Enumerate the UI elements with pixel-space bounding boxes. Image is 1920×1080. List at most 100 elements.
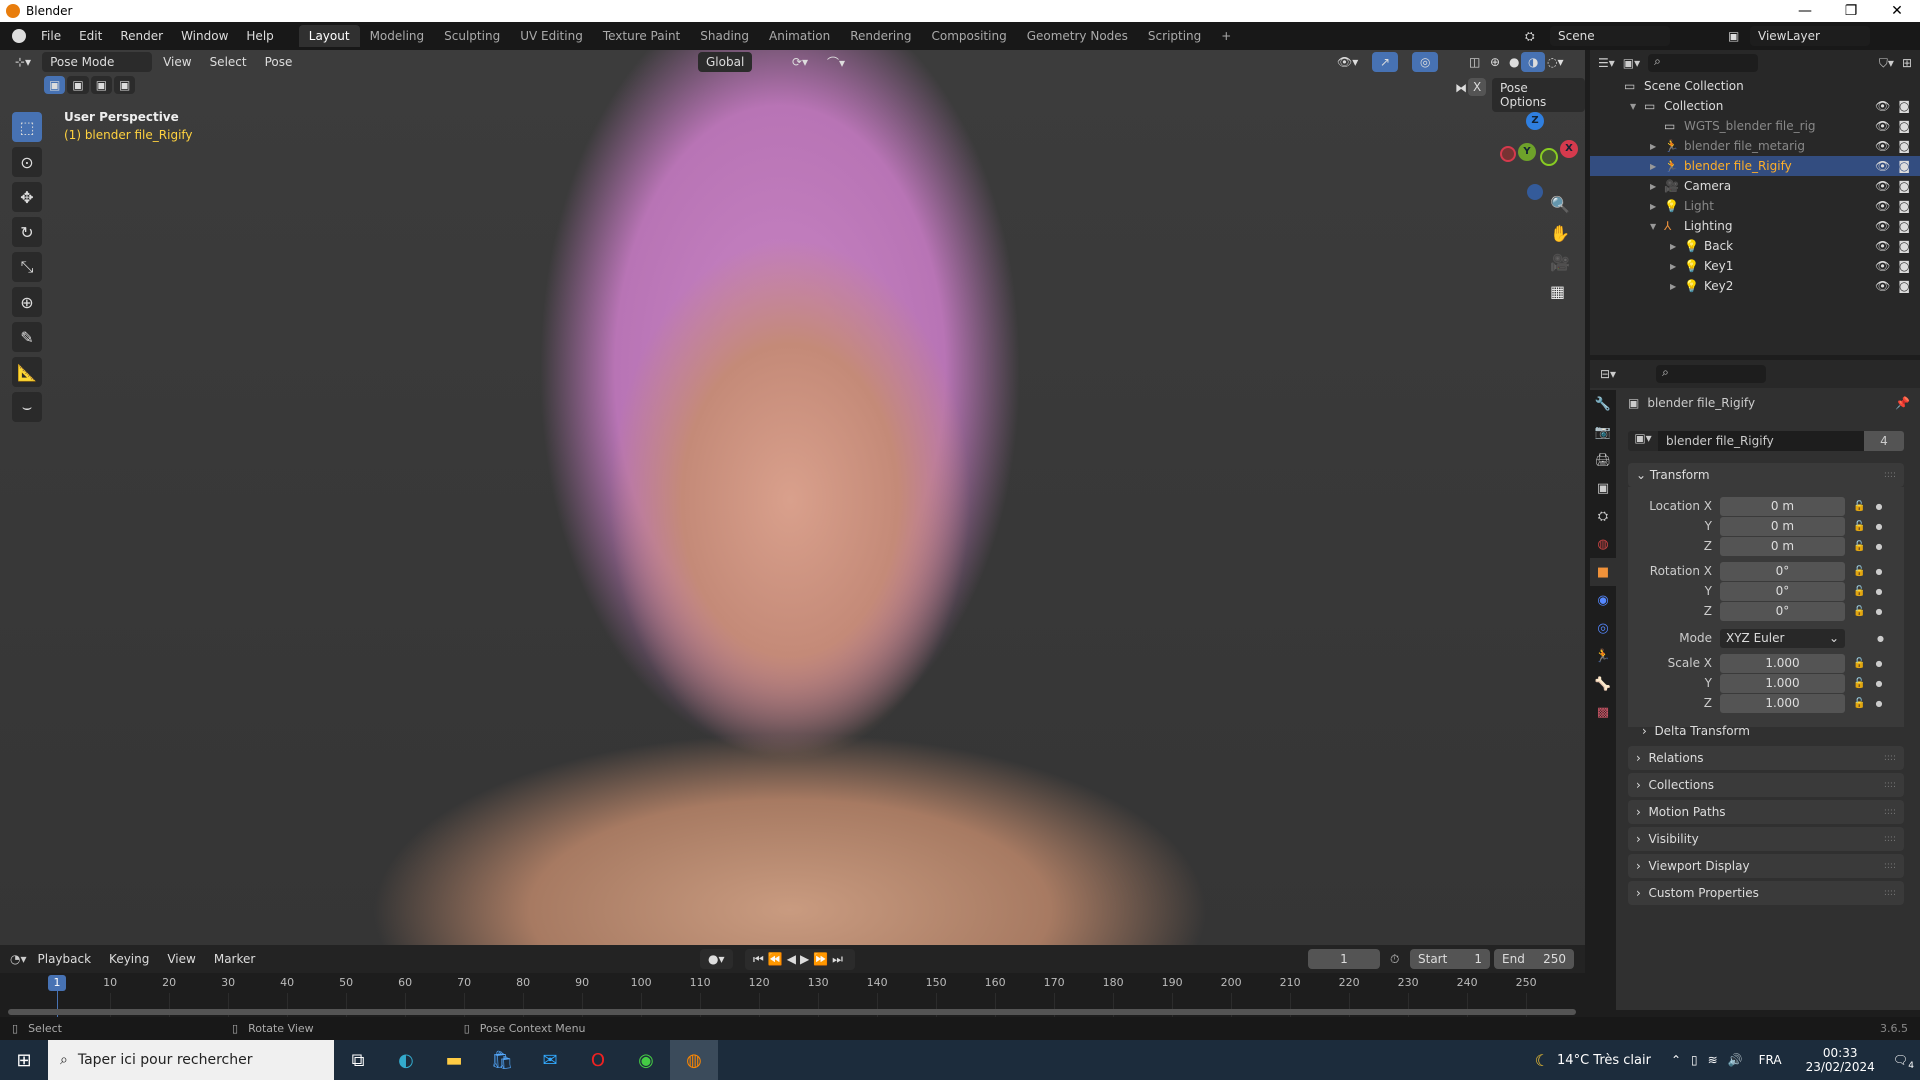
keyframe-dot-icon[interactable]: ● (1875, 502, 1882, 511)
expand-arrow-icon[interactable]: ▶ (1650, 162, 1664, 171)
expand-arrow-icon[interactable]: ▶ (1650, 142, 1664, 151)
modifier-tab-icon[interactable]: ◉ (1590, 586, 1616, 614)
outliner-item[interactable]: ▶ 💡 Light 👁 ◙ (1590, 196, 1920, 216)
panel-motion-paths[interactable]: › Motion Paths:::: (1628, 800, 1904, 824)
camera-render-icon[interactable]: ◙ (1898, 159, 1910, 173)
lock-icon[interactable]: 🔓 (1853, 678, 1865, 689)
rendered-shading-icon[interactable]: ◌▾ (1540, 52, 1571, 72)
object-browse-icon[interactable]: ▣▾ (1628, 431, 1658, 451)
navigation-gizmo[interactable]: Z Y X (1490, 110, 1580, 200)
expand-arrow-icon[interactable]: ▶ (1650, 182, 1664, 191)
lock-icon[interactable]: 🔓 (1853, 501, 1865, 512)
eye-icon[interactable]: 👁 (1875, 99, 1890, 113)
render-tab-icon[interactable]: 📷 (1590, 418, 1616, 446)
camera-render-icon[interactable]: ◙ (1898, 239, 1910, 253)
notifications-icon[interactable]: 🗨 4 (1893, 1053, 1914, 1071)
keyframe-dot-icon[interactable]: ● (1875, 542, 1882, 551)
lock-icon[interactable]: 🔓 (1853, 658, 1865, 669)
edge-icon[interactable]: ◐ (382, 1040, 430, 1080)
grid-perspective-icon[interactable]: ▦ (1550, 282, 1570, 301)
scene-tab-icon[interactable]: ⛭ (1590, 502, 1616, 530)
cursor-tool-icon[interactable]: ⊙ (12, 147, 42, 177)
menu-help[interactable]: Help (237, 29, 282, 43)
keyframe-dot-icon[interactable]: ● (1875, 587, 1882, 596)
filter-icon[interactable]: ⛉▾ (1879, 56, 1894, 71)
windows-start-icon[interactable]: ⊞ (0, 1040, 48, 1080)
lock-icon[interactable]: 🔓 (1853, 606, 1865, 617)
camera-render-icon[interactable]: ◙ (1898, 259, 1910, 273)
expand-arrow-icon[interactable]: ▼ (1650, 222, 1664, 231)
scene-icon[interactable]: ⛭ (1525, 29, 1535, 44)
overlay-toggle-icon[interactable]: ◎ (1412, 52, 1439, 72)
expand-arrow-icon[interactable]: ▼ (1630, 102, 1644, 111)
panel-viewport-display[interactable]: › Viewport Display:::: (1628, 854, 1904, 878)
editor-type-button[interactable]: ⊹▾ (8, 52, 38, 72)
menu-render[interactable]: Render (111, 29, 172, 43)
texture-tab-icon[interactable]: ▩ (1590, 698, 1616, 726)
select-intersect-icon[interactable]: ▣ (114, 76, 136, 94)
select-extend-icon[interactable]: ▣ (67, 76, 89, 94)
weather-text[interactable]: 14°C Très clair (1557, 1053, 1651, 1068)
lock-icon[interactable]: 🔓 (1853, 521, 1865, 532)
outliner-item[interactable]: ▭ Scene Collection (1590, 76, 1920, 96)
start-frame-field[interactable]: Start 1 (1410, 949, 1490, 969)
tab-compositing[interactable]: Compositing (921, 25, 1016, 47)
location-y-field[interactable]: 0 m (1720, 516, 1845, 536)
keyframe-dot-icon[interactable]: ● (1875, 607, 1882, 616)
scale-x-field[interactable]: 1.000 (1720, 653, 1845, 673)
editor-type-clock-icon[interactable]: ◔▾ (10, 952, 27, 966)
timeline-scrollbar[interactable] (8, 1009, 1576, 1015)
camera-render-icon[interactable]: ◙ (1898, 219, 1910, 233)
transform-tool-icon[interactable]: ⊕ (12, 287, 42, 317)
annotate-tool-icon[interactable]: ✎ (12, 322, 42, 352)
scale-y-field[interactable]: 1.000 (1720, 673, 1845, 693)
select-subtract-icon[interactable]: ▣ (90, 76, 113, 94)
auto-keying-toggle[interactable]: ●▾ (700, 949, 733, 969)
task-view-icon[interactable]: ⧉ (334, 1040, 382, 1080)
menu-window[interactable]: Window (172, 29, 237, 43)
blender-taskbar-icon[interactable]: ◍ (670, 1040, 718, 1080)
keyframe-dot-icon[interactable]: ● (1875, 659, 1882, 668)
eye-icon[interactable]: 👁 (1875, 159, 1890, 173)
tab-shading[interactable]: Shading (690, 25, 759, 47)
mode-selector[interactable]: Pose Mode (42, 52, 153, 72)
marker-menu[interactable]: Marker (207, 949, 262, 969)
tab-layout[interactable]: Layout (298, 25, 360, 47)
outliner-item[interactable]: ▶ 💡 Key1 👁 ◙ (1590, 256, 1920, 276)
drag-grip-icon[interactable]: :::: (1884, 834, 1896, 844)
transform-orientation-selector[interactable]: Global (698, 52, 753, 72)
location-z-field[interactable]: 0 m (1720, 536, 1845, 556)
camera-view-icon[interactable]: 🎥 (1550, 253, 1570, 272)
rotation-y-field[interactable]: 0° (1720, 581, 1845, 601)
eye-icon[interactable]: 👁 (1875, 219, 1890, 233)
display-mode-icon[interactable]: ☰▾ (1598, 56, 1615, 70)
bone-tab-icon[interactable]: 🦴 (1590, 670, 1616, 698)
lock-icon[interactable]: 🔓 (1853, 586, 1865, 597)
drag-grip-icon[interactable]: :::: (1884, 780, 1896, 790)
outliner-search-input[interactable]: ⌕ (1648, 54, 1759, 72)
keyframe-dot-icon[interactable]: ● (1875, 699, 1882, 708)
minimize-button[interactable]: — (1782, 0, 1828, 22)
relax-pose-tool-icon[interactable]: ⌣ (12, 392, 42, 422)
tray-icons[interactable]: ⌃▯≋🔊 (1671, 1053, 1753, 1067)
lock-icon[interactable]: 🔓 (1853, 698, 1865, 709)
object-data-tab-icon[interactable]: 🏃 (1590, 642, 1616, 670)
output-tab-icon[interactable]: 🖨 (1590, 446, 1616, 474)
zoom-icon[interactable]: 🔍 (1550, 195, 1570, 214)
drag-grip-icon[interactable]: :::: (1884, 753, 1896, 763)
mail-icon[interactable]: ✉ (526, 1040, 574, 1080)
tab-sculpting[interactable]: Sculpting (434, 25, 510, 47)
3d-viewport[interactable]: ⊹▾ Pose Mode View Select Pose Global ⟳▾ … (0, 50, 1585, 945)
camera-render-icon[interactable]: ◙ (1898, 139, 1910, 153)
view-layer-icon[interactable]: ▣ (1728, 29, 1739, 43)
view-layer-selector[interactable]: ViewLayer (1750, 26, 1870, 46)
scene-selector[interactable]: Scene (1550, 26, 1670, 46)
pin-icon[interactable]: 📌 (1895, 396, 1910, 410)
eye-icon[interactable]: 👁 (1875, 239, 1890, 253)
new-collection-icon[interactable]: ⊞ (1902, 56, 1912, 70)
transform-panel-header[interactable]: ⌄ Transform:::: (1628, 463, 1904, 487)
panel-collections[interactable]: › Collections:::: (1628, 773, 1904, 797)
outliner-item[interactable]: ▭ WGTS_blender file_rig 👁 ◙ (1590, 116, 1920, 136)
keyframe-dot-icon[interactable]: ● (1875, 522, 1882, 531)
panel-custom-properties[interactable]: › Custom Properties:::: (1628, 881, 1904, 905)
